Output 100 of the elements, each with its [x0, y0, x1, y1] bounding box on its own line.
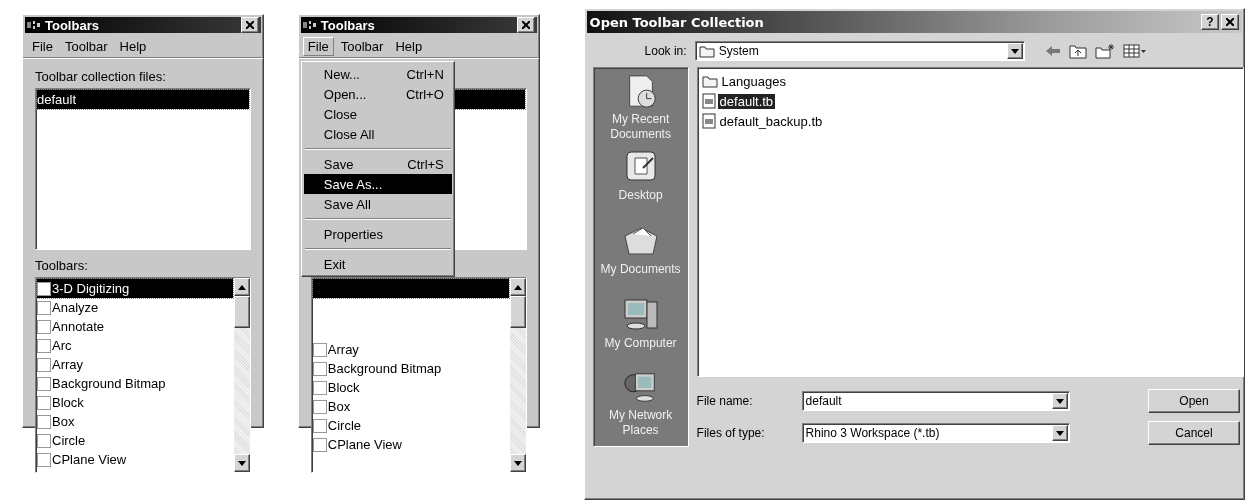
- toolbar-row[interactable]: 3-D Digitizing: [37, 279, 233, 298]
- toolbar-row[interactable]: Analyze: [37, 298, 233, 317]
- new-folder-icon[interactable]: [1094, 43, 1115, 59]
- toolbar-file-icon: [701, 113, 716, 129]
- list-entry[interactable]: default_backup.tb: [717, 113, 825, 129]
- toolbar-row[interactable]: Block: [37, 393, 233, 412]
- toolbar-row[interactable]: Background Bitmap: [312, 359, 509, 378]
- look-in-label: Look in:: [644, 44, 687, 58]
- help-button[interactable]: ?: [1201, 14, 1219, 30]
- toolbar-row[interactable]: Arc: [37, 336, 233, 355]
- scroll-down-button[interactable]: [233, 454, 250, 472]
- open-button[interactable]: Open: [1148, 389, 1240, 413]
- back-arrow-icon[interactable]: [1044, 45, 1061, 57]
- dropdown-arrow-icon: [1055, 398, 1064, 404]
- place-shortcut[interactable]: My Network Places: [595, 370, 686, 438]
- scroll-thumb[interactable]: [233, 296, 250, 328]
- view-menu-icon[interactable]: [1122, 44, 1147, 58]
- window-title: Toolbars: [45, 17, 100, 33]
- close-button[interactable]: [240, 17, 259, 33]
- list-item[interactable]: default: [37, 90, 249, 109]
- checkbox[interactable]: [37, 281, 51, 296]
- checkbox[interactable]: [312, 437, 327, 452]
- menu-item[interactable]: Save As...: [303, 174, 452, 194]
- place-shortcut[interactable]: Desktop: [595, 148, 686, 216]
- checkbox[interactable]: [37, 414, 51, 429]
- checkbox[interactable]: [312, 418, 327, 433]
- toolbar-row[interactable]: Block: [312, 378, 509, 397]
- window-title: Toolbars: [320, 17, 376, 33]
- folder-icon: [698, 44, 715, 58]
- dialog-title: Open Toolbar Collection: [589, 14, 765, 30]
- menu-item[interactable]: Help: [390, 37, 428, 56]
- checkbox[interactable]: [37, 395, 51, 410]
- down-triangle-icon: [237, 460, 246, 466]
- menu-item[interactable]: Toolbar: [59, 37, 113, 56]
- toolbar-row[interactable]: Box: [312, 397, 509, 416]
- menu-item[interactable]: Save All: [303, 194, 452, 214]
- toolbar-row[interactable]: Annotate: [37, 317, 233, 336]
- close-button[interactable]: [1221, 14, 1239, 30]
- checkbox[interactable]: [37, 433, 51, 448]
- checkbox[interactable]: [37, 376, 51, 391]
- dropdown-arrow-icon: [1010, 48, 1019, 54]
- toolbars-list[interactable]: Array Background Bitmap Block Box Circle CPlane View: [310, 277, 527, 473]
- menu-item[interactable]: Help: [114, 37, 152, 56]
- toolbar-row[interactable]: Array: [312, 340, 509, 359]
- look-in-dropdown[interactable]: System: [694, 41, 1025, 61]
- folder-icon: [701, 74, 718, 88]
- down-triangle-icon: [513, 460, 522, 466]
- app-icon: [27, 20, 41, 30]
- section-label: Toolbars:: [35, 258, 89, 273]
- checkbox[interactable]: [312, 342, 327, 357]
- menu-item[interactable]: Toolbar: [335, 37, 389, 56]
- checkbox[interactable]: [37, 357, 51, 372]
- menu-item[interactable]: Exit: [303, 254, 452, 274]
- close-button[interactable]: [516, 17, 535, 33]
- toolbars-list[interactable]: 3-D Digitizing Analyze Annotate Arc Array Background Bitmap Block Box Circle CPlane View: [35, 277, 251, 473]
- checkbox[interactable]: [312, 399, 327, 414]
- toolbar-row[interactable]: CPlane View: [312, 435, 509, 454]
- file-name-label: File name:: [696, 394, 754, 408]
- menu-item[interactable]: File: [302, 37, 334, 56]
- toolbar-row[interactable]: Circle: [37, 431, 233, 450]
- up-folder-icon[interactable]: [1068, 43, 1087, 59]
- toolbar-row[interactable]: Background Bitmap: [37, 374, 233, 393]
- section-label: Toolbar collection files:: [35, 69, 167, 84]
- cancel-button[interactable]: Cancel: [1148, 421, 1240, 445]
- up-triangle-icon: [237, 284, 246, 290]
- toolbar-row[interactable]: CPlane View: [37, 450, 233, 469]
- checkbox[interactable]: [37, 338, 51, 353]
- checkbox[interactable]: [37, 452, 51, 467]
- file-name-field[interactable]: default: [801, 391, 1070, 411]
- menu-item[interactable]: Close: [303, 104, 452, 124]
- menu-item[interactable]: Open... Ctrl+O: [303, 84, 452, 104]
- file-type-dropdown[interactable]: Rhino 3 Workspace (*.tb): [801, 423, 1070, 443]
- toolbar-row[interactable]: Circle: [312, 416, 509, 435]
- list-entry[interactable]: default.tb: [717, 93, 776, 109]
- toolbar-file-icon: [701, 93, 716, 109]
- close-icon: [521, 21, 530, 29]
- collection-list[interactable]: default: [35, 88, 251, 250]
- checkbox[interactable]: [37, 319, 51, 334]
- menu-item[interactable]: File: [27, 37, 58, 56]
- scroll-down-button[interactable]: [509, 454, 526, 472]
- menu-item[interactable]: Close All: [303, 124, 452, 144]
- toolbar-row[interactable]: Array: [37, 355, 233, 374]
- checkbox[interactable]: [37, 300, 51, 315]
- file-type-label: Files of type:: [696, 426, 766, 440]
- menu-item[interactable]: Properties: [303, 224, 452, 244]
- close-icon: [1226, 18, 1234, 26]
- list-entry[interactable]: Languages: [719, 73, 788, 89]
- place-shortcut[interactable]: My Documents: [595, 222, 686, 290]
- checkbox[interactable]: [312, 361, 327, 376]
- app-icon: [302, 20, 317, 30]
- dropdown-arrow-icon: [1055, 430, 1064, 436]
- scroll-thumb[interactable]: [509, 296, 526, 328]
- menu-item[interactable]: New... Ctrl+N: [303, 64, 452, 84]
- close-icon: [245, 21, 254, 29]
- toolbar-row[interactable]: Box: [37, 412, 233, 431]
- menu-item[interactable]: Save Ctrl+S: [303, 154, 452, 174]
- up-triangle-icon: [513, 284, 522, 290]
- place-shortcut[interactable]: My Recent Documents: [595, 74, 686, 142]
- place-shortcut[interactable]: My Computer: [595, 296, 686, 364]
- checkbox[interactable]: [312, 380, 327, 395]
